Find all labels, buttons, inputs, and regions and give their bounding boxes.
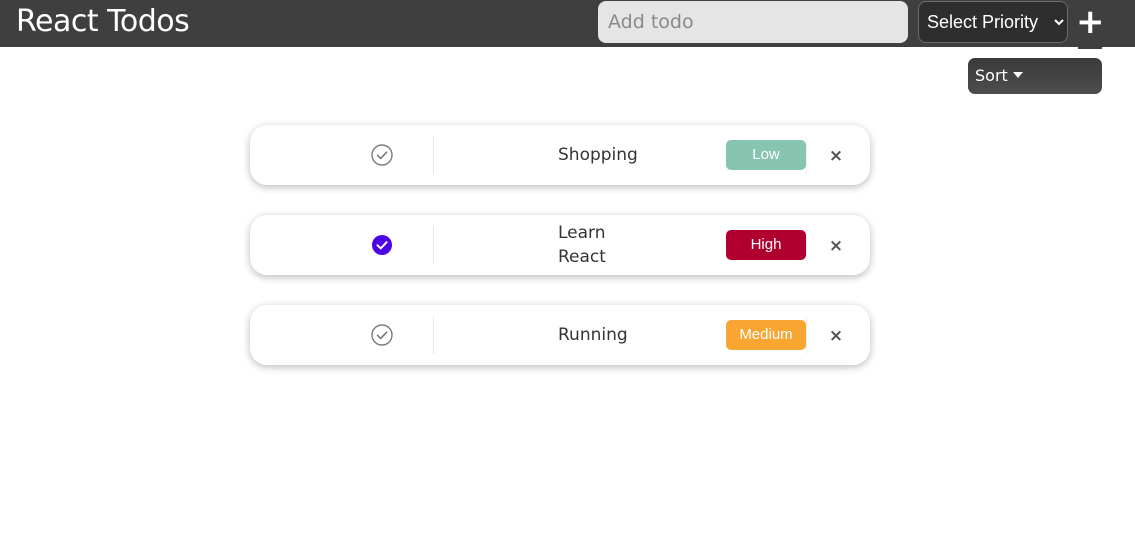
todo-item: Shopping Low × [250, 125, 870, 185]
divider [806, 226, 807, 264]
todo-item: Learn React High × [250, 215, 870, 275]
priority-badge: Low [726, 140, 806, 170]
delete-button[interactable]: × [828, 233, 844, 259]
todo-text: Shopping [558, 145, 638, 165]
divider [806, 136, 807, 174]
todo-text: Learn React [558, 223, 606, 267]
todo-item: Running Medium × [250, 305, 870, 365]
todo-text: Running [558, 325, 628, 345]
add-todo-button[interactable]: + [1076, 2, 1105, 42]
app-header: React Todos Select Priority + [0, 0, 1135, 47]
add-todo-input[interactable] [598, 1, 908, 43]
caret-down-icon [1012, 72, 1023, 78]
divider [806, 316, 807, 354]
sort-label: Sort [975, 66, 1008, 85]
add-button-underline [1078, 46, 1102, 49]
delete-button[interactable]: × [828, 143, 844, 169]
divider [433, 316, 434, 354]
priority-badge: Medium [726, 320, 806, 350]
priority-select[interactable]: Select Priority [918, 1, 1068, 43]
divider [433, 226, 434, 264]
check-circle-icon[interactable] [371, 144, 393, 166]
check-circle-icon[interactable] [371, 324, 393, 346]
delete-button[interactable]: × [828, 323, 844, 349]
sort-button[interactable]: Sort [968, 58, 1102, 94]
divider [433, 136, 434, 174]
check-circle-icon[interactable] [371, 234, 393, 256]
priority-badge: High [726, 230, 806, 260]
app-title: React Todos [16, 4, 190, 39]
